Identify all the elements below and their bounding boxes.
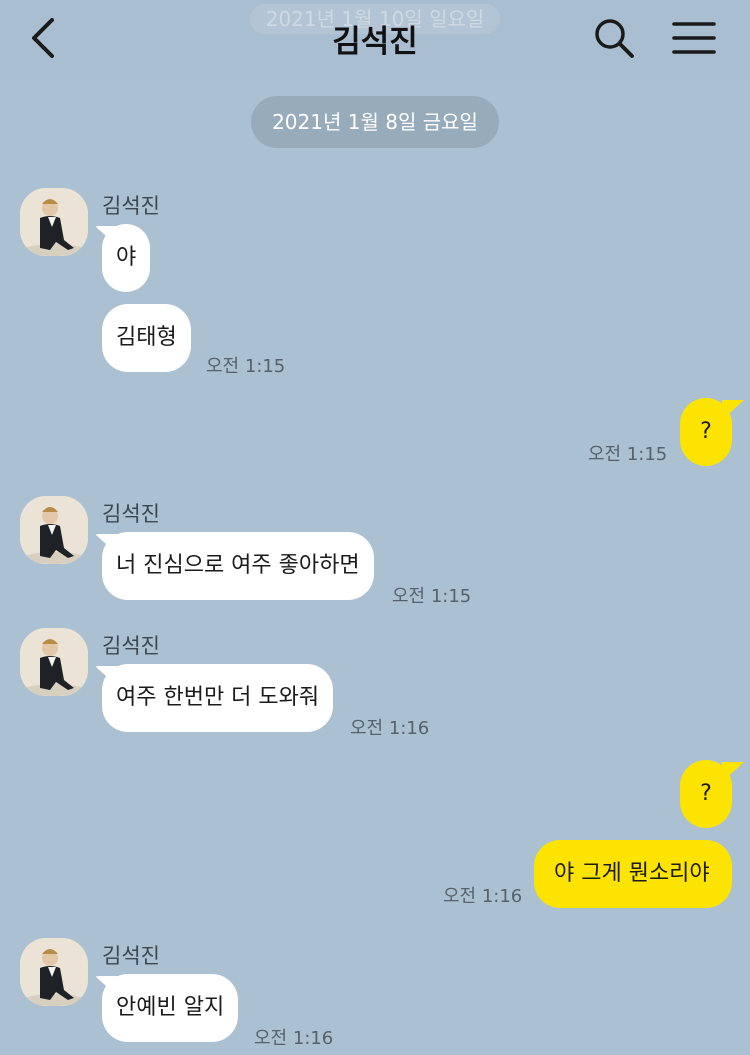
profile-photo-icon bbox=[20, 628, 88, 696]
sender-name: 김석진 bbox=[102, 502, 160, 526]
profile-photo-icon bbox=[20, 188, 88, 256]
message-bubble[interactable]: 김태형 bbox=[102, 304, 191, 372]
message-bubble[interactable]: 너 진심으로 여주 좋아하면 bbox=[102, 532, 374, 600]
avatar[interactable] bbox=[20, 496, 88, 564]
message-time: 오전 1:15 bbox=[588, 444, 668, 465]
menu-button[interactable] bbox=[668, 14, 720, 62]
avatar[interactable] bbox=[20, 938, 88, 1006]
search-button[interactable] bbox=[590, 14, 638, 62]
sender-name: 김석진 bbox=[102, 634, 160, 658]
avatar[interactable] bbox=[20, 188, 88, 256]
chat-header: 2021년 1월 10일 일요일 김석진 bbox=[0, 0, 750, 80]
sender-name: 김석진 bbox=[102, 944, 160, 968]
message-time: 오전 1:16 bbox=[350, 718, 430, 739]
profile-photo-icon bbox=[20, 496, 88, 564]
message-time: 오전 1:16 bbox=[254, 1028, 334, 1049]
profile-photo-icon bbox=[20, 938, 88, 1006]
bubble-tail bbox=[722, 400, 744, 420]
date-divider: 2021년 1월 8일 금요일 bbox=[251, 96, 499, 148]
hamburger-menu-icon bbox=[672, 22, 716, 54]
sender-name: 김석진 bbox=[102, 194, 160, 218]
message-time: 오전 1:15 bbox=[392, 586, 472, 607]
back-chevron-icon bbox=[32, 18, 54, 58]
bubble-tail bbox=[722, 762, 744, 782]
message-bubble[interactable]: 야 bbox=[102, 224, 151, 292]
message-bubble[interactable]: 여주 한번만 더 도와줘 bbox=[102, 664, 334, 732]
back-button[interactable] bbox=[22, 16, 66, 60]
message-bubble[interactable]: 안예빈 알지 bbox=[102, 974, 239, 1042]
avatar[interactable] bbox=[20, 628, 88, 696]
search-icon bbox=[595, 19, 634, 58]
message-bubble-outgoing[interactable]: 야 그게 뭔소리야 bbox=[534, 840, 732, 908]
message-time: 오전 1:15 bbox=[206, 356, 286, 377]
faded-date-label: 2021년 1월 10일 일요일 bbox=[250, 4, 500, 34]
message-time: 오전 1:16 bbox=[443, 886, 523, 907]
